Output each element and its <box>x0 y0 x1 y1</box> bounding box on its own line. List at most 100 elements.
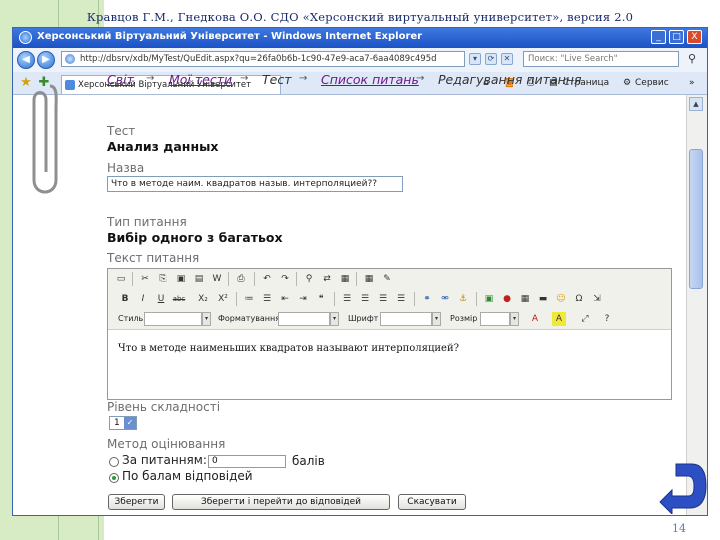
breadcrumb-arrow: → <box>299 73 308 84</box>
table-icon[interactable]: ▦ <box>362 272 376 286</box>
breadcrumb-item[interactable]: Список питань <box>321 72 419 87</box>
radio-by-answers[interactable] <box>109 473 119 483</box>
breadcrumb-item: Редагування питання <box>438 72 582 87</box>
bulleted-list-icon[interactable]: ☰ <box>260 292 274 306</box>
scroll-thumb[interactable] <box>689 149 703 289</box>
toolbar-separator <box>132 272 133 286</box>
size-dropdown-icon[interactable]: ▾ <box>510 312 519 326</box>
align-left-icon[interactable]: ☰ <box>340 292 354 306</box>
breadcrumb-item[interactable]: Мої тести <box>169 72 232 87</box>
save-and-go-button[interactable]: Зберегти і перейти до відповідей <box>172 494 390 510</box>
type-label: Тип питання <box>107 215 187 229</box>
image-icon[interactable]: ▣ <box>482 292 496 306</box>
maximize-editor-icon[interactable]: ⤢ <box>578 312 592 326</box>
stop-icon[interactable]: ✕ <box>501 53 513 65</box>
unlink-icon[interactable]: ⚮ <box>438 292 452 306</box>
name-input[interactable]: Что в методе наим. квадратов назыв. инте… <box>107 176 403 192</box>
horizontal-rule-icon[interactable]: ▬ <box>536 292 550 306</box>
name-label: Назва <box>107 161 145 175</box>
find-icon[interactable]: ⚲ <box>302 272 316 286</box>
search-input[interactable]: Поиск: "Live Search" <box>523 51 679 67</box>
blockquote-icon[interactable]: ❝ <box>314 292 328 306</box>
more-chevron[interactable]: » <box>689 76 695 90</box>
paste-text-icon[interactable]: ▤ <box>192 272 206 286</box>
special-char-icon[interactable]: Ω <box>572 292 586 306</box>
eraser-icon[interactable]: ✎ <box>380 272 394 286</box>
paste-word-icon[interactable]: W <box>210 272 224 286</box>
tools-menu[interactable]: Сервис <box>635 76 669 90</box>
chevron-down-icon[interactable]: ✓ <box>124 417 136 429</box>
copy-icon[interactable]: ⎘ <box>156 272 170 286</box>
font-label: Шрифт <box>348 314 379 323</box>
cut-icon[interactable]: ✂ <box>138 272 152 286</box>
editor-toolbar-row-2: B I U abc X₂ X² ≔ ☰ ⇤ ⇥ ❝ ☰ ☰ ☰ ☰ ⚭ ⚮ ⚓ … <box>108 289 671 310</box>
url-input[interactable]: http://dbsrv/xdb/MyTest/QuEdit.aspx?qu=2… <box>61 51 465 67</box>
undo-icon[interactable]: ↶ <box>260 272 274 286</box>
select-all-icon[interactable]: ▦ <box>338 272 352 286</box>
italic-button[interactable]: I <box>136 292 150 306</box>
redo-icon[interactable]: ↷ <box>278 272 292 286</box>
save-button[interactable]: Зберегти <box>108 494 165 510</box>
bold-button[interactable]: B <box>118 292 132 306</box>
toolbar-separator <box>254 272 255 286</box>
smiley-icon[interactable]: ☺ <box>554 292 568 306</box>
text-label: Текст питання <box>107 251 200 265</box>
breadcrumb-item[interactable]: Світ <box>107 72 134 87</box>
anchor-icon[interactable]: ⚓ <box>456 292 470 306</box>
strike-button[interactable]: abc <box>172 292 186 306</box>
align-center-icon[interactable]: ☰ <box>358 292 372 306</box>
toolbar-separator <box>414 292 415 306</box>
radio-by-question-label: За питанням: <box>122 453 207 467</box>
radio-by-question[interactable] <box>109 457 119 467</box>
forward-button[interactable]: ▶ <box>37 51 55 69</box>
numbered-list-icon[interactable]: ≔ <box>242 292 256 306</box>
superscript-button[interactable]: X² <box>216 292 230 306</box>
print-icon[interactable]: ⎙ <box>234 272 248 286</box>
subscript-button[interactable]: X₂ <box>196 292 210 306</box>
help-icon[interactable]: ? <box>600 312 614 326</box>
test-value: Анализ данных <box>107 139 219 154</box>
editor-toolbar-row-3: Стиль ▾ Форматування ▾ Шрифт ▾ Розмір ▾ … <box>108 309 671 330</box>
link-icon[interactable]: ⚭ <box>420 292 434 306</box>
toolbar-separator <box>334 292 335 306</box>
insert-table-icon[interactable]: ▦ <box>518 292 532 306</box>
page-break-icon[interactable]: ⇲ <box>590 292 604 306</box>
justify-icon[interactable]: ☰ <box>394 292 408 306</box>
align-right-icon[interactable]: ☰ <box>376 292 390 306</box>
cancel-button[interactable]: Скасувати <box>398 494 466 510</box>
dropdown-arrow-icon[interactable]: ▾ <box>469 53 481 65</box>
format-label: Форматування <box>218 314 281 323</box>
close-button[interactable]: X <box>687 30 702 44</box>
font-dropdown-icon[interactable]: ▾ <box>432 312 441 326</box>
toolbar-separator <box>228 272 229 286</box>
breadcrumb-arrow: → <box>416 73 425 84</box>
minimize-button[interactable]: _ <box>651 30 666 44</box>
style-dropdown-icon[interactable]: ▾ <box>202 312 211 326</box>
font-select[interactable] <box>380 312 432 326</box>
return-arrow-icon[interactable] <box>658 458 710 514</box>
style-select[interactable] <box>144 312 202 326</box>
breadcrumb-arrow: → <box>240 73 249 84</box>
format-dropdown-icon[interactable]: ▾ <box>330 312 339 326</box>
refresh-icon[interactable]: ⟳ <box>485 53 497 65</box>
paste-icon[interactable]: ▣ <box>174 272 188 286</box>
source-icon[interactable]: ▭ <box>114 272 128 286</box>
page-number: 14 <box>672 522 686 535</box>
underline-button[interactable]: U <box>154 292 168 306</box>
score-input[interactable]: 0 <box>208 455 286 468</box>
text-color-icon[interactable]: A <box>528 312 542 326</box>
background-color-icon[interactable]: A <box>552 312 566 326</box>
type-value: Вибір одного з багатьох <box>107 230 283 245</box>
window-titlebar: Херсонський Віртуальний Університет - Wi… <box>13 28 707 48</box>
search-icon[interactable]: ⚲ <box>685 52 699 66</box>
back-button[interactable]: ◀ <box>17 51 35 69</box>
scroll-up-icon[interactable]: ▲ <box>689 97 703 111</box>
format-select[interactable] <box>278 312 330 326</box>
outdent-icon[interactable]: ⇤ <box>278 292 292 306</box>
replace-icon[interactable]: ⇄ <box>320 272 334 286</box>
maximize-button[interactable]: □ <box>669 30 684 44</box>
flash-icon[interactable]: ● <box>500 292 514 306</box>
page-globe-icon <box>65 54 75 64</box>
size-select[interactable] <box>480 312 510 326</box>
indent-icon[interactable]: ⇥ <box>296 292 310 306</box>
